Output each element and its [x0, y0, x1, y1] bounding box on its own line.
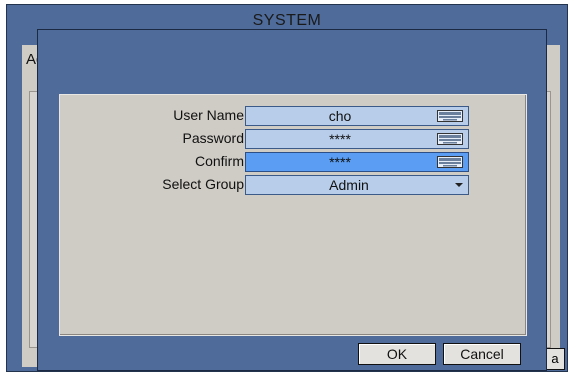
confirm-value: ****	[329, 154, 351, 170]
system-window-button[interactable]: a	[545, 348, 565, 370]
cancel-button[interactable]: Cancel	[443, 343, 521, 365]
keyboard-icon[interactable]	[437, 133, 463, 145]
user-name-value: cho	[328, 108, 352, 124]
user-name-row: User Name cho	[60, 106, 526, 126]
user-name-label: User Name	[173, 107, 244, 123]
user-dialog: User Name cho Password **** Confirm ****…	[37, 29, 547, 371]
system-window-title: SYSTEM	[252, 12, 322, 29]
confirm-label: Confirm	[194, 153, 244, 169]
user-dialog-body: User Name cho Password **** Confirm ****…	[59, 94, 527, 336]
password-value: ****	[329, 131, 351, 147]
select-group-value: Admin	[329, 177, 369, 193]
user-name-field[interactable]: cho	[245, 106, 469, 126]
select-group-row: Select Group Admin	[60, 175, 526, 195]
password-field[interactable]: ****	[245, 129, 469, 149]
select-group-label: Select Group	[162, 176, 244, 192]
confirm-field[interactable]: ****	[245, 152, 469, 172]
keyboard-icon[interactable]	[437, 156, 463, 168]
confirm-row: Confirm ****	[60, 152, 526, 172]
select-group-dropdown[interactable]: Admin	[245, 175, 469, 195]
password-label: Password	[182, 130, 244, 146]
password-row: Password ****	[60, 129, 526, 149]
chevron-down-icon[interactable]	[455, 183, 463, 187]
keyboard-icon[interactable]	[437, 110, 463, 122]
ok-button[interactable]: OK	[358, 343, 436, 365]
